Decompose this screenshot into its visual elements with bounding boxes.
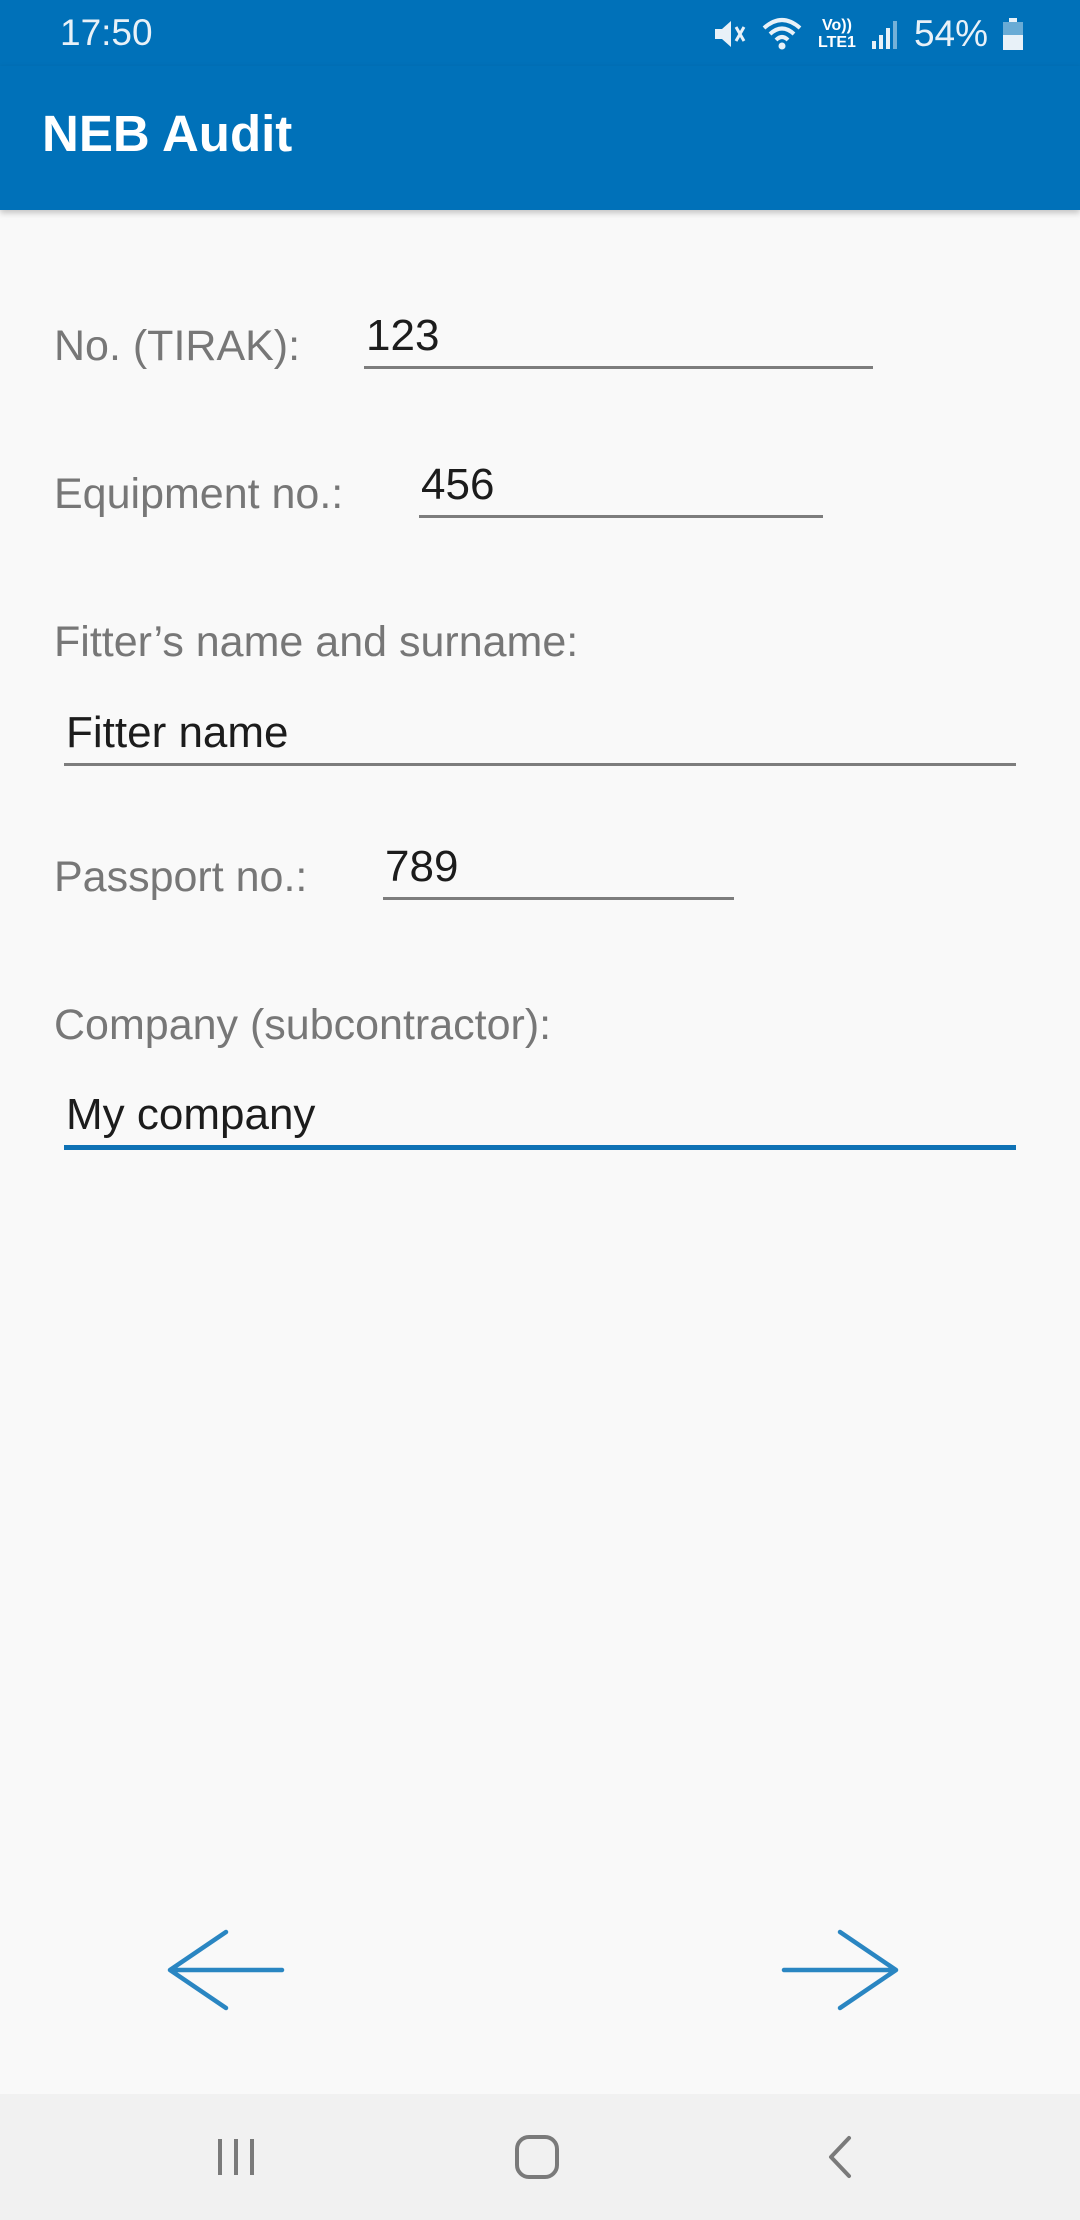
status-time: 17:50 — [60, 12, 153, 53]
signal-icon — [870, 17, 900, 51]
app-title: NEB Audit — [42, 105, 293, 162]
tirak-no-field-container — [364, 306, 875, 369]
company-field-container — [64, 1085, 1018, 1150]
battery-percent: 54% — [913, 13, 988, 54]
equipment-no-label: Equipment no.: — [54, 470, 344, 518]
passport-no-label: Passport no.: — [54, 853, 308, 901]
tirak-no-input[interactable] — [364, 306, 875, 366]
volte-lte-icon: Vo)) LTE1 — [818, 17, 856, 51]
app-bar: NEB Audit — [0, 66, 1080, 210]
fitter-name-field-container — [64, 703, 1018, 766]
next-arrow-button[interactable] — [776, 1925, 906, 2015]
mute-icon — [712, 17, 746, 51]
company-label: Company (subcontractor): — [54, 1001, 552, 1049]
network-label-bottom: LTE1 — [818, 34, 856, 51]
recents-icon — [218, 2139, 254, 2175]
tirak-no-label: No. (TIRAK): — [54, 322, 301, 370]
battery-icon — [1002, 17, 1024, 51]
equipment-no-field-container — [419, 455, 825, 518]
arrow-left-icon — [167, 1929, 285, 2011]
equipment-no-input[interactable] — [419, 455, 825, 515]
home-icon — [515, 2135, 559, 2179]
back-icon — [829, 2136, 851, 2178]
status-bar: 17:50 Vo)) LTE1 54% — [0, 0, 1080, 66]
status-icons: Vo)) LTE1 54% — [712, 10, 1024, 58]
system-nav-bar — [0, 2094, 1080, 2220]
passport-no-field-container — [383, 837, 736, 900]
back-arrow-button[interactable] — [160, 1925, 290, 2015]
fitter-name-input[interactable] — [64, 703, 1018, 763]
passport-no-input[interactable] — [383, 837, 736, 897]
system-back-button[interactable] — [750, 2094, 930, 2220]
network-label-top: Vo)) — [822, 17, 852, 34]
arrow-right-icon — [781, 1929, 899, 2011]
recents-button[interactable] — [146, 2094, 326, 2220]
fitter-name-label: Fitter’s name and surname: — [54, 618, 579, 666]
company-input[interactable] — [64, 1085, 1018, 1145]
wifi-icon — [760, 16, 804, 52]
home-button[interactable] — [447, 2094, 627, 2220]
